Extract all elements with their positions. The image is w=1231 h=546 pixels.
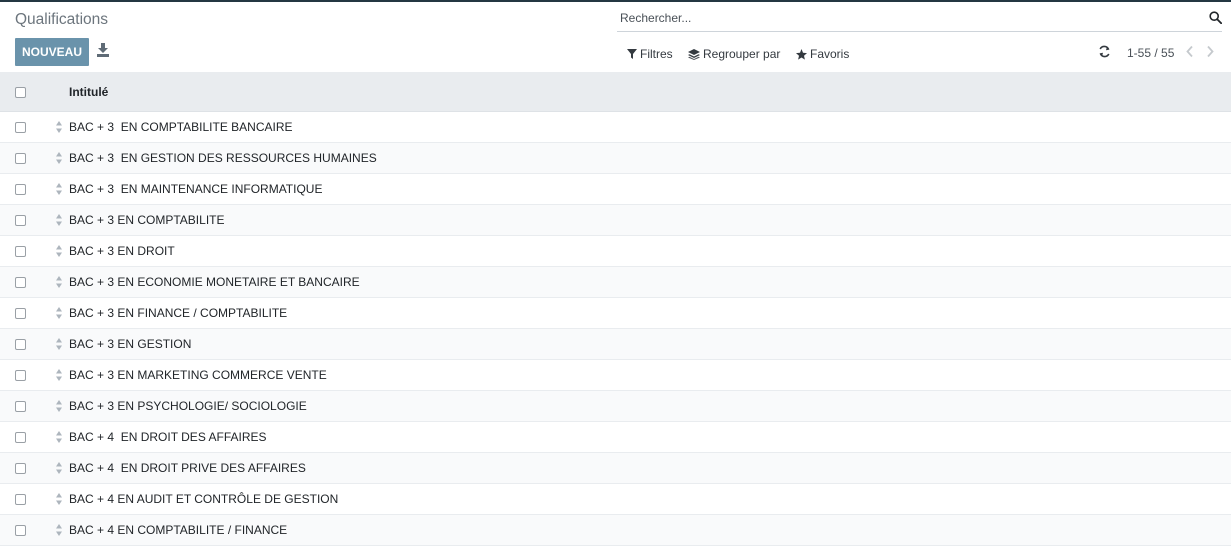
qualification-name: BAC + 3 EN MARKETING COMMERCE VENTE (69, 368, 327, 382)
filters-label: Filtres (640, 47, 673, 61)
drag-handle-icon[interactable] (56, 307, 62, 319)
qualification-name: BAC + 3 EN COMPTABILITE (69, 213, 225, 227)
pager-previous-icon[interactable] (1185, 45, 1195, 58)
table-row[interactable]: BAC + 3 EN COMPTABILITE BANCAIRE (0, 112, 1231, 143)
new-button[interactable]: NOUVEAU (15, 38, 89, 66)
row-checkbox[interactable] (15, 184, 26, 195)
page-title: Qualifications (15, 11, 109, 28)
drag-handle-icon[interactable] (56, 431, 62, 443)
search-icon[interactable] (1209, 11, 1222, 24)
download-icon[interactable] (97, 43, 109, 57)
table-row[interactable]: BAC + 3 EN FINANCE / COMPTABILITE (0, 298, 1231, 329)
qualification-name: BAC + 3 EN FINANCE / COMPTABILITE (69, 306, 288, 320)
search-bar (617, 6, 1222, 32)
qualification-name: BAC + 3 EN GESTION DES RESSOURCES HUMAIN… (69, 151, 377, 165)
table-row[interactable]: BAC + 3 EN COMPTABILITE (0, 205, 1231, 236)
table-row[interactable]: BAC + 3 EN GESTION (0, 329, 1231, 360)
row-checkbox[interactable] (15, 246, 26, 257)
qualification-name: BAC + 3 EN ECONOMIE MONETAIRE ET BANCAIR… (69, 275, 360, 289)
table-row[interactable]: BAC + 4 EN COMPTABILITE / FINANCE (0, 515, 1231, 546)
control-panel: Qualifications NOUVEAU Filtres Regrouper… (0, 2, 1231, 72)
table-body: BAC + 3 EN COMPTABILITE BANCAIRE BAC + 3 … (0, 112, 1231, 546)
qualification-name: BAC + 3 EN GESTION (69, 337, 192, 351)
row-checkbox[interactable] (15, 370, 26, 381)
drag-handle-icon[interactable] (56, 369, 62, 381)
drag-handle-icon[interactable] (56, 121, 62, 133)
group-by-label: Regrouper par (703, 47, 781, 61)
drag-handle-icon[interactable] (56, 152, 62, 164)
favorites-dropdown[interactable]: Favoris (796, 46, 849, 62)
filters-dropdown[interactable]: Filtres (627, 46, 673, 62)
group-by-dropdown[interactable]: Regrouper par (688, 46, 780, 62)
table-row[interactable]: BAC + 3 EN DROIT (0, 236, 1231, 267)
layers-icon (688, 48, 700, 60)
table-row[interactable]: BAC + 3 EN ECONOMIE MONETAIRE ET BANCAIR… (0, 267, 1231, 298)
table-row[interactable]: BAC + 4 EN DROIT DES AFFAIRES (0, 422, 1231, 453)
drag-handle-icon[interactable] (56, 493, 62, 505)
table-row[interactable]: BAC + 3 EN GESTION DES RESSOURCES HUMAIN… (0, 143, 1231, 174)
select-all-checkbox[interactable] (15, 87, 26, 98)
qualification-name: BAC + 3 EN MAINTENANCE INFORMATIQUE (69, 182, 323, 196)
column-header-intitule[interactable]: Intitulé (69, 85, 108, 99)
drag-handle-icon[interactable] (56, 400, 62, 412)
qualification-name: BAC + 4 EN AUDIT ET CONTRÔLE DE GESTION (69, 492, 339, 506)
row-checkbox[interactable] (15, 401, 26, 412)
qualification-name: BAC + 3 EN PSYCHOLOGIE/ SOCIOLOGIE (69, 399, 307, 413)
star-icon (796, 48, 807, 60)
filter-icon (627, 49, 637, 59)
qualification-name: BAC + 4 EN DROIT PRIVE DES AFFAIRES (69, 461, 306, 475)
drag-handle-icon[interactable] (56, 245, 62, 257)
qualification-name: BAC + 4 EN DROIT DES AFFAIRES (69, 430, 267, 444)
table-row[interactable]: BAC + 3 EN MAINTENANCE INFORMATIQUE (0, 174, 1231, 205)
qualification-name: BAC + 4 EN COMPTABILITE / FINANCE (69, 523, 288, 537)
row-checkbox[interactable] (15, 122, 26, 133)
row-checkbox[interactable] (15, 432, 26, 443)
qualification-name: BAC + 3 EN COMPTABILITE BANCAIRE (69, 120, 293, 134)
row-checkbox[interactable] (15, 308, 26, 319)
table-row[interactable]: BAC + 3 EN MARKETING COMMERCE VENTE (0, 360, 1231, 391)
favorites-label: Favoris (810, 47, 850, 61)
drag-handle-icon[interactable] (56, 524, 62, 536)
row-checkbox[interactable] (15, 153, 26, 164)
search-input[interactable] (620, 8, 1200, 28)
row-checkbox[interactable] (15, 339, 26, 350)
table-header: Intitulé (0, 72, 1231, 112)
row-checkbox[interactable] (15, 463, 26, 474)
row-checkbox[interactable] (15, 494, 26, 505)
drag-handle-icon[interactable] (56, 276, 62, 288)
table-row[interactable]: BAC + 4 EN AUDIT ET CONTRÔLE DE GESTION (0, 484, 1231, 515)
table-row[interactable]: BAC + 4 EN DROIT PRIVE DES AFFAIRES (0, 453, 1231, 484)
row-checkbox[interactable] (15, 525, 26, 536)
drag-handle-icon[interactable] (56, 462, 62, 474)
drag-handle-icon[interactable] (56, 183, 62, 195)
row-checkbox[interactable] (15, 277, 26, 288)
pager-next-icon[interactable] (1205, 45, 1215, 58)
row-checkbox[interactable] (15, 215, 26, 226)
qualification-name: BAC + 3 EN DROIT (69, 244, 175, 258)
refresh-icon[interactable] (1098, 45, 1111, 58)
pager-value[interactable]: 1-55 / 55 (1127, 46, 1174, 60)
table-row[interactable]: BAC + 3 EN PSYCHOLOGIE/ SOCIOLOGIE (0, 391, 1231, 422)
drag-handle-icon[interactable] (56, 338, 62, 350)
drag-handle-icon[interactable] (56, 214, 62, 226)
